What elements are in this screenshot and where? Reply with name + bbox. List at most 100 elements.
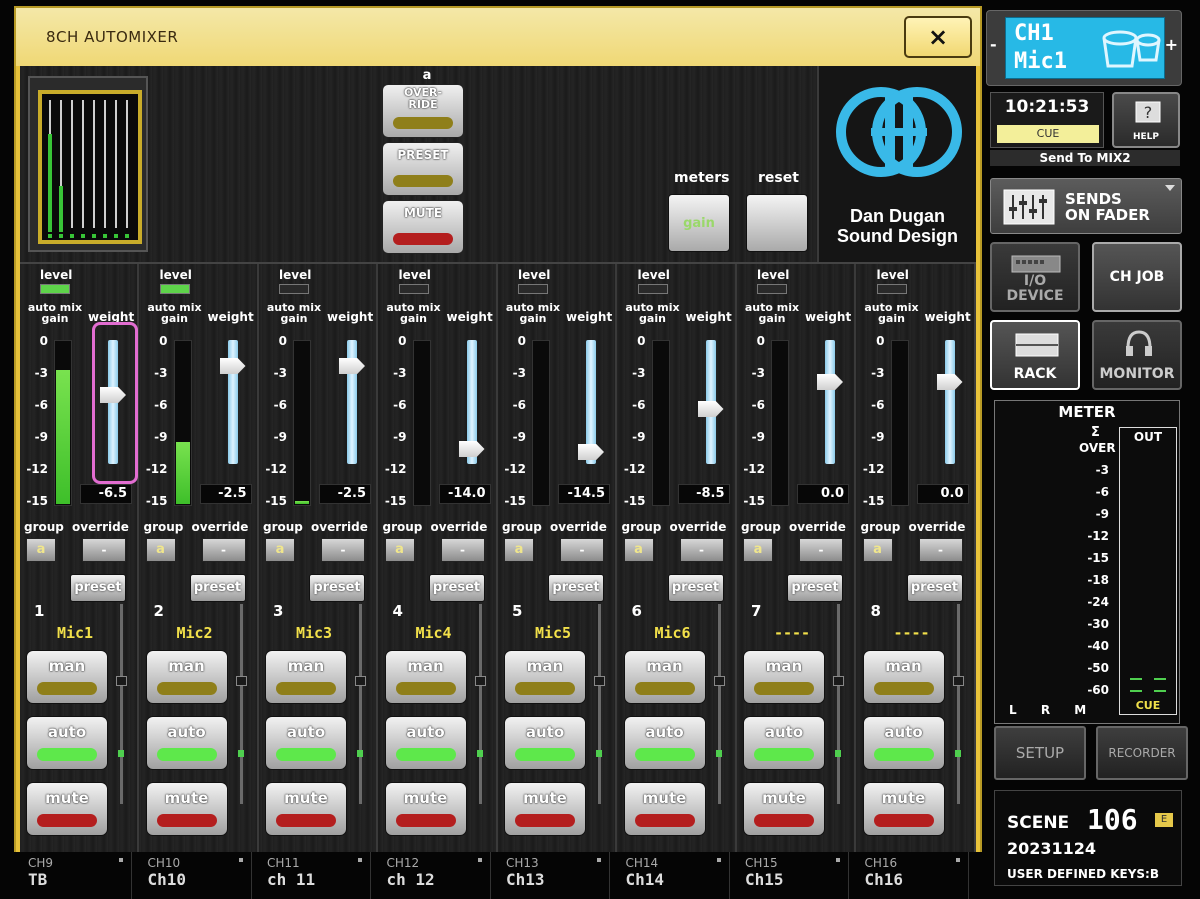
group-override-button[interactable]: OVER- RIDE	[382, 84, 464, 138]
channel-fader-track[interactable]	[837, 604, 840, 804]
group-preset-button[interactable]: PRESET	[382, 142, 464, 196]
weight-slider-knob[interactable]	[578, 444, 604, 460]
channel-bar-item[interactable]: CH12 ch 12	[373, 852, 491, 899]
channel-fader-track[interactable]	[598, 604, 601, 804]
auto-button[interactable]: auto	[26, 716, 108, 770]
channel-bar-item[interactable]: CH14 Ch14	[612, 852, 730, 899]
man-button[interactable]: man	[623, 650, 706, 704]
man-button[interactable]: man	[26, 650, 108, 704]
channel-bar-item[interactable]: CH16 Ch16	[851, 852, 969, 899]
channel-fader-cap[interactable]	[952, 676, 964, 686]
selected-channel-display[interactable]: CH1 Mic1	[1005, 17, 1165, 79]
weight-slider-knob[interactable]	[219, 358, 246, 374]
channel-fader-track[interactable]	[717, 604, 721, 804]
group-assign-button[interactable]: a	[384, 538, 415, 562]
override-assign-button[interactable]: -	[82, 538, 126, 562]
channel-fader-cap[interactable]	[713, 676, 725, 686]
mute-button[interactable]: mute	[265, 782, 347, 836]
override-assign-button[interactable]: -	[321, 538, 365, 562]
preset-button[interactable]: preset	[189, 574, 246, 602]
man-button[interactable]: man	[265, 650, 347, 704]
channel-prev-button[interactable]: -	[990, 35, 997, 54]
preset-button[interactable]: preset	[70, 574, 126, 602]
preset-button[interactable]: preset	[309, 574, 365, 602]
man-button[interactable]: man	[862, 650, 945, 704]
preset-button[interactable]: preset	[548, 574, 604, 602]
mute-button[interactable]: mute	[862, 782, 945, 836]
channel-bar-item[interactable]: CH11 ch 11	[253, 852, 371, 899]
channel-next-button[interactable]: +	[1165, 35, 1178, 54]
channel-fader-track[interactable]	[478, 604, 482, 804]
weight-slider-knob[interactable]	[697, 401, 724, 417]
mute-button[interactable]: mute	[504, 782, 586, 836]
mute-button[interactable]: mute	[145, 782, 228, 836]
group-assign-button[interactable]: a	[265, 538, 295, 562]
channel-select[interactable]: - CH1 Mic1 +	[986, 10, 1182, 86]
weight-slider-knob[interactable]	[817, 374, 843, 390]
meter-panel[interactable]: METER Σ OVER -3 -6 -9 -12 -15 -18 -24 -30 -40 -50…	[994, 400, 1180, 724]
auto-button[interactable]: auto	[743, 716, 825, 770]
override-assign-button[interactable]: -	[201, 538, 246, 562]
auto-button[interactable]: auto	[265, 716, 347, 770]
channel-fader-track[interactable]	[120, 604, 123, 804]
channel-bar-item[interactable]: CH15 Ch15	[731, 852, 849, 899]
preset-button[interactable]: preset	[787, 574, 843, 602]
auto-button[interactable]: auto	[623, 716, 706, 770]
preset-button[interactable]: preset	[906, 574, 963, 602]
preset-button[interactable]: preset	[667, 574, 724, 602]
recorder-button[interactable]: RECORDER	[1096, 726, 1188, 780]
channel-bar-item[interactable]: CH9 TB	[14, 852, 132, 899]
channel-fader-cap[interactable]	[355, 676, 366, 686]
group-assign-button[interactable]: a	[145, 538, 176, 562]
rack-button[interactable]: RACK	[990, 320, 1080, 390]
monitor-button[interactable]: MONITOR	[1092, 320, 1182, 390]
channel-fader-cap[interactable]	[116, 676, 127, 686]
reset-button[interactable]	[746, 194, 808, 252]
preset-button[interactable]: preset	[428, 574, 485, 602]
mute-button[interactable]: mute	[623, 782, 706, 836]
override-assign-button[interactable]: -	[560, 538, 604, 562]
close-button[interactable]: ×	[904, 16, 972, 58]
channel-fader-cap[interactable]	[235, 676, 247, 686]
sends-on-fader-button[interactable]: SENDS ON FADER	[990, 178, 1182, 234]
weight-slider-knob[interactable]	[458, 441, 485, 457]
meters-gain-button[interactable]: gain	[668, 194, 730, 252]
channel-fader-track[interactable]	[239, 604, 243, 804]
group-assign-button[interactable]: a	[504, 538, 534, 562]
mute-button[interactable]: mute	[26, 782, 108, 836]
weight-slider-track[interactable]	[944, 340, 955, 464]
channel-fader-cap[interactable]	[833, 676, 844, 686]
cue-button[interactable]: CUE	[997, 125, 1099, 143]
weight-slider-knob[interactable]	[339, 358, 365, 374]
weight-slider-knob[interactable]	[936, 374, 963, 390]
weight-slider-track[interactable]	[825, 340, 835, 464]
setup-button[interactable]: SETUP	[994, 726, 1086, 780]
man-button[interactable]: man	[145, 650, 228, 704]
channel-fader-track[interactable]	[956, 604, 960, 804]
man-button[interactable]: man	[504, 650, 586, 704]
io-device-button[interactable]: I/O DEVICE	[990, 242, 1080, 312]
auto-button[interactable]: auto	[384, 716, 467, 770]
scene-panel[interactable]: SCENE 106 E 20231124 USER DEFINED KEYS:B	[994, 790, 1182, 886]
group-assign-button[interactable]: a	[26, 538, 56, 562]
man-button[interactable]: man	[743, 650, 825, 704]
override-assign-button[interactable]: -	[918, 538, 963, 562]
group-assign-button[interactable]: a	[743, 538, 773, 562]
man-button[interactable]: man	[384, 650, 467, 704]
channel-fader-cap[interactable]	[474, 676, 486, 686]
ch-job-button[interactable]: CH JOB	[1092, 242, 1182, 312]
group-mute-button[interactable]: MUTE	[382, 200, 464, 254]
group-assign-button[interactable]: a	[862, 538, 893, 562]
channel-fader-track[interactable]	[359, 604, 362, 804]
override-assign-button[interactable]: -	[679, 538, 724, 562]
group-assign-button[interactable]: a	[623, 538, 654, 562]
mute-button[interactable]: mute	[384, 782, 467, 836]
auto-button[interactable]: auto	[145, 716, 228, 770]
channel-bar-item[interactable]: CH10 Ch10	[134, 852, 252, 899]
auto-button[interactable]: auto	[862, 716, 945, 770]
channel-fader-cap[interactable]	[594, 676, 605, 686]
auto-button[interactable]: auto	[504, 716, 586, 770]
channel-bar-item[interactable]: CH13 Ch13	[492, 852, 610, 899]
help-button[interactable]: ? HELP	[1112, 92, 1180, 148]
mute-button[interactable]: mute	[743, 782, 825, 836]
